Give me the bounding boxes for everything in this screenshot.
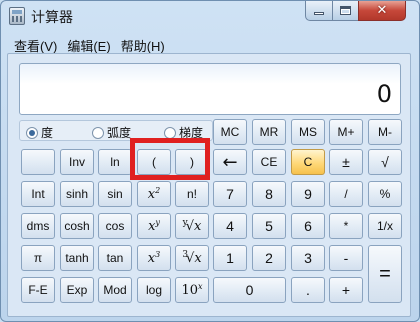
radio-gradians[interactable]: 梯度 bbox=[164, 124, 203, 141]
maximize-icon bbox=[340, 6, 351, 15]
cosh-button[interactable]: cosh bbox=[60, 213, 94, 239]
title-bar[interactable]: 计算器 ✕ bbox=[1, 1, 419, 31]
tan-button[interactable]: tan bbox=[98, 245, 132, 271]
multiply-button[interactable]: * bbox=[329, 213, 363, 239]
sqrt-button[interactable]: √ bbox=[368, 149, 402, 175]
factorial-button[interactable]: n! bbox=[175, 181, 209, 207]
digit-0-button[interactable]: 0 bbox=[213, 277, 286, 303]
result-display: 0 bbox=[19, 63, 401, 115]
digit-1-button[interactable]: 1 bbox=[213, 245, 247, 271]
menu-bar: 查看(V) 编辑(E) 帮助(H) bbox=[9, 36, 170, 54]
yth-root-index: y bbox=[182, 218, 188, 228]
cube-root-index: 3 bbox=[182, 250, 189, 260]
square-button[interactable]: x2 bbox=[137, 181, 171, 207]
ten-power-base: 10 bbox=[181, 282, 199, 298]
cube-button[interactable]: x3 bbox=[137, 245, 171, 271]
percent-button[interactable]: % bbox=[368, 181, 402, 207]
ten-power-exponent: x bbox=[198, 281, 203, 291]
add-button[interactable]: + bbox=[329, 277, 363, 303]
clear-button[interactable]: C bbox=[291, 149, 325, 175]
tanh-button[interactable]: tanh bbox=[60, 245, 94, 271]
digit-5-button[interactable]: 5 bbox=[252, 213, 286, 239]
digit-6-button[interactable]: 6 bbox=[291, 213, 325, 239]
exp-button[interactable]: Exp bbox=[60, 277, 94, 303]
open-paren-button[interactable]: ( bbox=[137, 149, 171, 175]
log-button[interactable]: log bbox=[137, 277, 171, 303]
digit-3-button[interactable]: 3 bbox=[291, 245, 325, 271]
radio-gradians-label: 梯度 bbox=[179, 126, 204, 140]
mod-button[interactable]: Mod bbox=[98, 277, 132, 303]
equals-button[interactable]: = bbox=[368, 245, 402, 303]
blank-button[interactable] bbox=[21, 149, 55, 175]
window-title: 计算器 bbox=[31, 9, 73, 25]
radio-radians[interactable]: 弧度 bbox=[92, 124, 131, 141]
radio-radians-label: 弧度 bbox=[107, 126, 132, 140]
digit-9-button[interactable]: 9 bbox=[291, 181, 325, 207]
close-button[interactable]: ✕ bbox=[358, 1, 406, 21]
decimal-button[interactable]: . bbox=[291, 277, 325, 303]
radio-degrees-label: 度 bbox=[41, 126, 54, 140]
radio-degrees-indicator[interactable] bbox=[26, 126, 38, 139]
calculator-app-icon bbox=[9, 7, 25, 25]
close-icon: ✕ bbox=[376, 3, 388, 18]
ms-button[interactable]: MS bbox=[291, 119, 325, 145]
cube-exponent: 3 bbox=[155, 249, 161, 259]
digit-8-button[interactable]: 8 bbox=[252, 181, 286, 207]
sin-button[interactable]: sin bbox=[98, 181, 132, 207]
cube-root-base: x bbox=[194, 250, 202, 266]
ln-button[interactable]: ln bbox=[98, 149, 132, 175]
radio-degrees[interactable]: 度 bbox=[26, 124, 53, 141]
angle-mode-group: 度 弧度 梯度 bbox=[19, 120, 213, 141]
digit-7-button[interactable]: 7 bbox=[213, 181, 247, 207]
display-value: 0 bbox=[376, 80, 392, 108]
reciprocal-button[interactable]: 1/x bbox=[368, 213, 402, 239]
mr-button[interactable]: MR bbox=[252, 119, 286, 145]
power-button[interactable]: xy bbox=[137, 213, 171, 239]
m-minus-button[interactable]: M- bbox=[368, 119, 402, 145]
close-paren-button[interactable]: ) bbox=[175, 149, 209, 175]
menu-view[interactable]: 查看(V) bbox=[9, 36, 62, 54]
power-exponent: y bbox=[155, 217, 160, 227]
calculator-body: 0 度 弧度 梯度 MC MR MS M+ M- Inv ln ( ) ← CE… bbox=[7, 53, 411, 317]
backspace-icon: ← bbox=[222, 151, 238, 173]
menu-help[interactable]: 帮助(H) bbox=[116, 36, 170, 54]
calculator-window: 计算器 ✕ 查看(V) 编辑(E) 帮助(H) 0 度 弧度 梯度 MC MR … bbox=[0, 0, 420, 322]
menu-edit[interactable]: 编辑(E) bbox=[62, 36, 115, 54]
maximize-button[interactable] bbox=[332, 1, 359, 21]
m-plus-button[interactable]: M+ bbox=[329, 119, 363, 145]
radio-radians-indicator[interactable] bbox=[92, 126, 104, 139]
radio-gradians-indicator[interactable] bbox=[164, 126, 176, 139]
minimize-button[interactable] bbox=[305, 1, 333, 21]
minimize-icon bbox=[314, 12, 324, 15]
yth-root-base: x bbox=[194, 218, 202, 234]
int-button[interactable]: Int bbox=[21, 181, 55, 207]
backspace-button[interactable]: ← bbox=[213, 149, 247, 175]
fe-button[interactable]: F-E bbox=[21, 277, 55, 303]
mc-button[interactable]: MC bbox=[213, 119, 247, 145]
cos-button[interactable]: cos bbox=[98, 213, 132, 239]
inv-button[interactable]: Inv bbox=[60, 149, 94, 175]
sinh-button[interactable]: sinh bbox=[60, 181, 94, 207]
digit-2-button[interactable]: 2 bbox=[252, 245, 286, 271]
dms-button[interactable]: dms bbox=[21, 213, 55, 239]
clear-entry-button[interactable]: CE bbox=[252, 149, 286, 175]
cube-base: x bbox=[147, 250, 156, 266]
digit-4-button[interactable]: 4 bbox=[213, 213, 247, 239]
yth-root-button[interactable]: y √ x bbox=[175, 213, 209, 239]
pi-button[interactable]: π bbox=[21, 245, 55, 271]
divide-button[interactable]: / bbox=[329, 181, 363, 207]
cube-root-button[interactable]: 3 √ x bbox=[175, 245, 209, 271]
ten-power-button[interactable]: 10 x bbox=[175, 277, 209, 303]
subtract-button[interactable]: - bbox=[329, 245, 363, 271]
negate-button[interactable]: ± bbox=[329, 149, 363, 175]
square-exponent: 2 bbox=[155, 185, 161, 195]
